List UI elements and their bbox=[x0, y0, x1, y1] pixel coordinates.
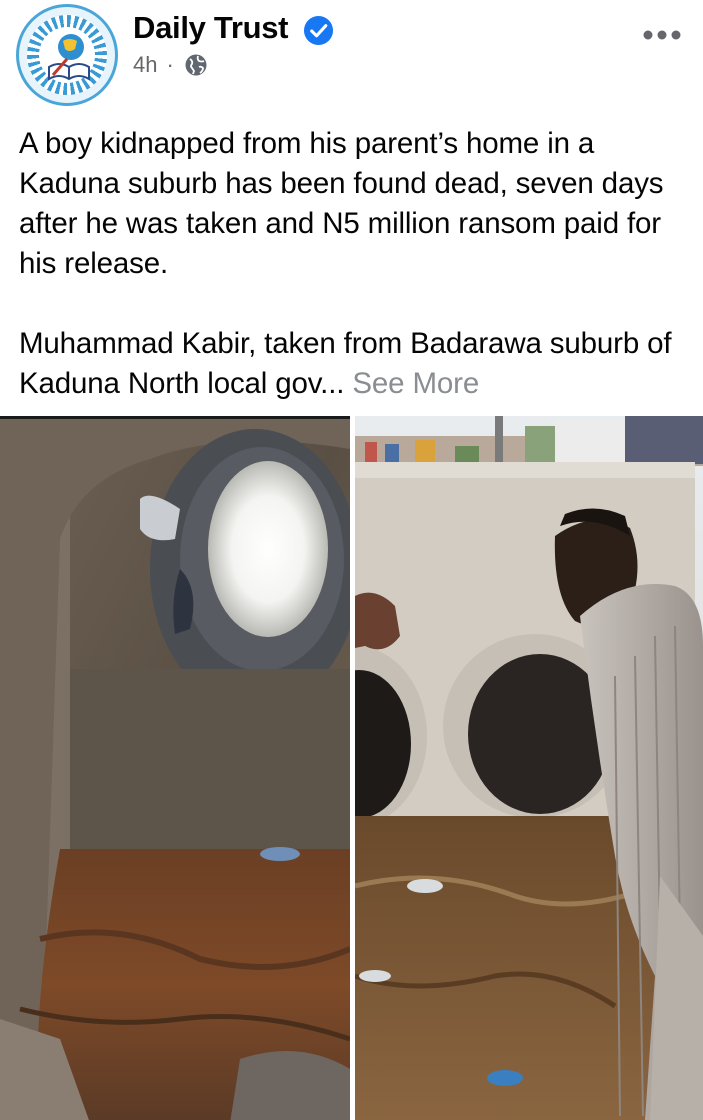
post-paragraph-text: Muhammad Kabir, taken from Badarawa subu… bbox=[19, 327, 672, 400]
post-photo-right[interactable] bbox=[355, 416, 703, 1120]
post-header: Daily Trust 4h · bbox=[0, 0, 703, 112]
post-paragraph: Muhammad Kabir, taken from Badarawa subu… bbox=[19, 324, 689, 404]
page-name[interactable]: Daily Trust bbox=[133, 10, 289, 46]
post-photo-left[interactable] bbox=[0, 416, 350, 1120]
page-avatar[interactable] bbox=[16, 4, 118, 106]
logo-globe-book-icon bbox=[48, 34, 90, 81]
meta-separator: · bbox=[166, 52, 174, 77]
more-options-icon[interactable] bbox=[642, 28, 682, 42]
photo-grid bbox=[0, 416, 703, 1120]
globe-icon bbox=[185, 54, 207, 76]
post-text: A boy kidnapped from his parent’s home i… bbox=[19, 124, 689, 404]
culvert-exterior-photo bbox=[355, 416, 703, 1120]
see-more-link[interactable]: See More bbox=[352, 367, 479, 400]
post-meta: 4h · bbox=[133, 51, 208, 79]
verified-badge-icon bbox=[303, 15, 334, 46]
culvert-interior-photo bbox=[0, 419, 350, 1120]
post-paragraph: A boy kidnapped from his parent’s home i… bbox=[19, 127, 664, 280]
post-timestamp[interactable]: 4h bbox=[133, 52, 157, 78]
